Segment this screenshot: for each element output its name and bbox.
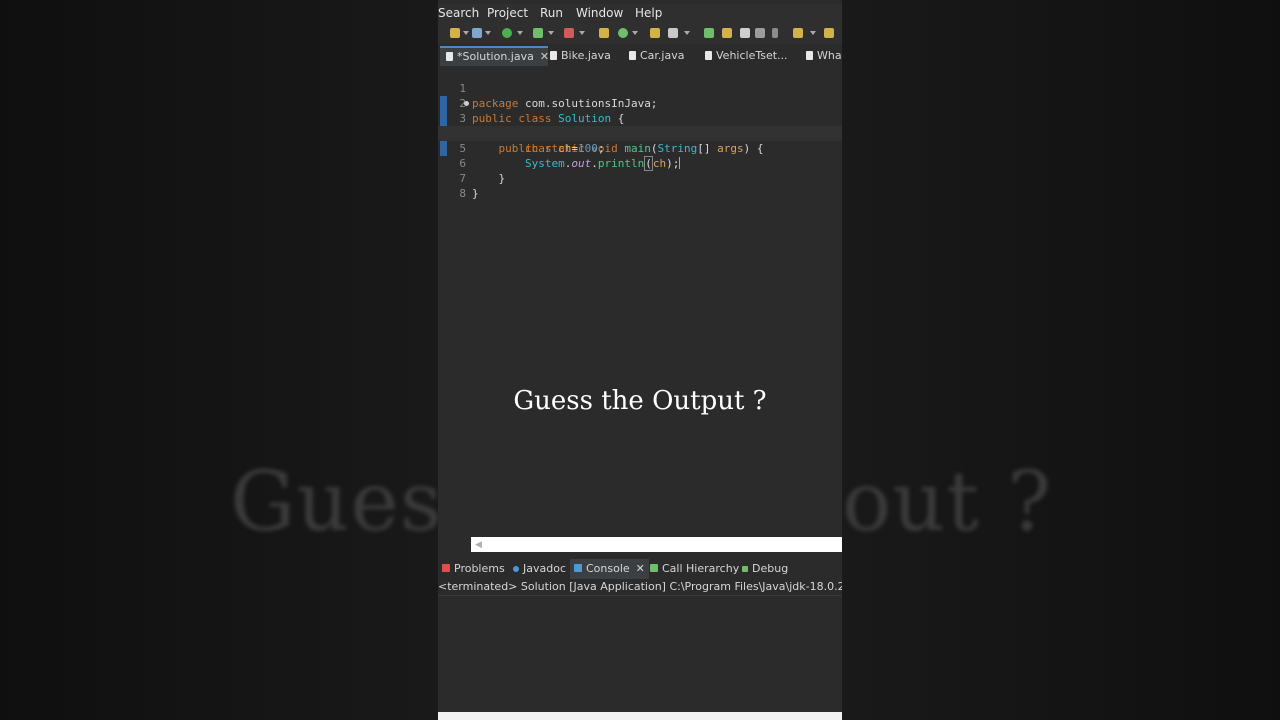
annotation-icon[interactable]: [704, 28, 714, 38]
chevron-down-icon[interactable]: [485, 31, 491, 35]
tab-label: *Solution.java: [457, 50, 534, 63]
toolbar: [438, 22, 842, 44]
tab-label: Bike.java: [561, 49, 611, 62]
tab-bike-java[interactable]: Bike.java: [550, 46, 611, 66]
background-text-left: Gues: [230, 455, 443, 550]
chevron-down-icon[interactable]: [517, 31, 523, 35]
call-hierarchy-icon: [650, 564, 658, 572]
fold-icon[interactable]: [464, 101, 469, 106]
back-icon[interactable]: [740, 28, 750, 38]
highlight-icon[interactable]: [722, 28, 732, 38]
open-type-icon[interactable]: [650, 28, 660, 38]
console-icon: [574, 564, 582, 572]
close-icon[interactable]: ✕: [540, 50, 549, 63]
next-annotation-icon[interactable]: [793, 28, 803, 38]
block-select-icon[interactable]: [755, 28, 765, 38]
menu-help[interactable]: Help: [635, 4, 662, 22]
java-file-icon: [705, 51, 712, 60]
debug-icon: [742, 566, 748, 572]
menu-search[interactable]: Search: [438, 4, 479, 22]
java-file-icon: [550, 51, 557, 60]
line-number: 8: [459, 187, 466, 200]
code-line: 4 char ch=100;: [438, 111, 842, 155]
menu-window[interactable]: Window: [576, 4, 623, 22]
coverage-icon[interactable]: [533, 28, 543, 38]
tab-label: Debug: [752, 562, 789, 575]
menu-run[interactable]: Run: [540, 4, 563, 22]
chevron-down-icon[interactable]: [579, 31, 585, 35]
debug-run-icon[interactable]: [472, 28, 482, 38]
tab-vehicletset[interactable]: VehicleTset...: [705, 46, 788, 66]
chevron-down-icon[interactable]: [548, 31, 554, 35]
java-file-icon: [446, 52, 453, 61]
code-editor[interactable]: 1 package com.solutionsInJava; 2 public …: [438, 66, 842, 542]
java-file-icon: [629, 51, 636, 60]
tab-debug[interactable]: Debug: [742, 559, 788, 579]
background-right: [842, 0, 1280, 720]
background-text-right: out ?: [842, 455, 1053, 550]
new-package-icon[interactable]: [599, 28, 609, 38]
code-line: 8: [438, 171, 842, 200]
code-line: 6 }: [438, 141, 842, 185]
view-tabs: Problems Javadoc Console ✕ Call Hierarchy…: [438, 559, 842, 579]
java-file-icon: [806, 51, 813, 60]
javadoc-icon: [513, 566, 519, 572]
chevron-down-icon[interactable]: [632, 31, 638, 35]
console-status: <terminated> Solution [Java Application]…: [438, 579, 842, 596]
tab-label: Javadoc: [523, 562, 566, 575]
tab-what[interactable]: What: [806, 46, 842, 66]
editor-tabs: *Solution.java ✕ Bike.java Car.java Vehic…: [438, 46, 842, 66]
menu-project[interactable]: Project: [487, 4, 528, 22]
tab-label: VehicleTset...: [716, 49, 788, 62]
tab-label: Problems: [454, 562, 505, 575]
tab-label: What: [817, 49, 842, 62]
chevron-down-icon[interactable]: [810, 31, 816, 35]
overlay-caption: Guess the Output ?: [513, 386, 767, 416]
scroll-left-icon[interactable]: ◀: [475, 540, 482, 550]
ide-window: Search Project Run Window Help *Solution…: [438, 0, 842, 720]
search-icon[interactable]: [668, 28, 678, 38]
external-tools-icon[interactable]: [564, 28, 574, 38]
tab-label: Console: [586, 562, 630, 575]
code-line: 7 }: [438, 156, 842, 200]
problems-icon: [442, 564, 450, 572]
pin-icon[interactable]: [824, 28, 834, 38]
new-icon[interactable]: [450, 28, 460, 38]
console-output[interactable]: [438, 596, 842, 712]
background-left: [0, 0, 438, 720]
tab-label: Car.java: [640, 49, 685, 62]
console-horizontal-scrollbar[interactable]: [438, 712, 842, 720]
editor-horizontal-scrollbar[interactable]: ◀: [471, 537, 842, 552]
code-line: 2 public class Solution {: [438, 81, 842, 125]
code-line: 3 public static void main(String[] args)…: [438, 96, 842, 155]
close-icon[interactable]: ✕: [636, 562, 645, 575]
tab-console[interactable]: Console ✕: [570, 559, 649, 579]
chevron-down-icon[interactable]: [463, 31, 469, 35]
chevron-down-icon[interactable]: [684, 31, 690, 35]
code-line-current: 5 System.out.println(ch);: [438, 126, 842, 171]
run-icon[interactable]: [502, 28, 512, 38]
tab-call-hierarchy[interactable]: Call Hierarchy: [650, 559, 739, 579]
code-line: 1 package com.solutionsInJava;: [438, 66, 842, 110]
tab-javadoc[interactable]: Javadoc: [513, 559, 566, 579]
menu-bar: Search Project Run Window Help: [438, 4, 842, 22]
tab-problems[interactable]: Problems: [442, 559, 505, 579]
tab-label: Call Hierarchy: [662, 562, 740, 575]
new-class-icon[interactable]: [618, 28, 628, 38]
tab-car-java[interactable]: Car.java: [629, 46, 684, 66]
whitespace-icon[interactable]: [772, 28, 778, 38]
tab-solution-java[interactable]: *Solution.java ✕: [440, 46, 549, 66]
